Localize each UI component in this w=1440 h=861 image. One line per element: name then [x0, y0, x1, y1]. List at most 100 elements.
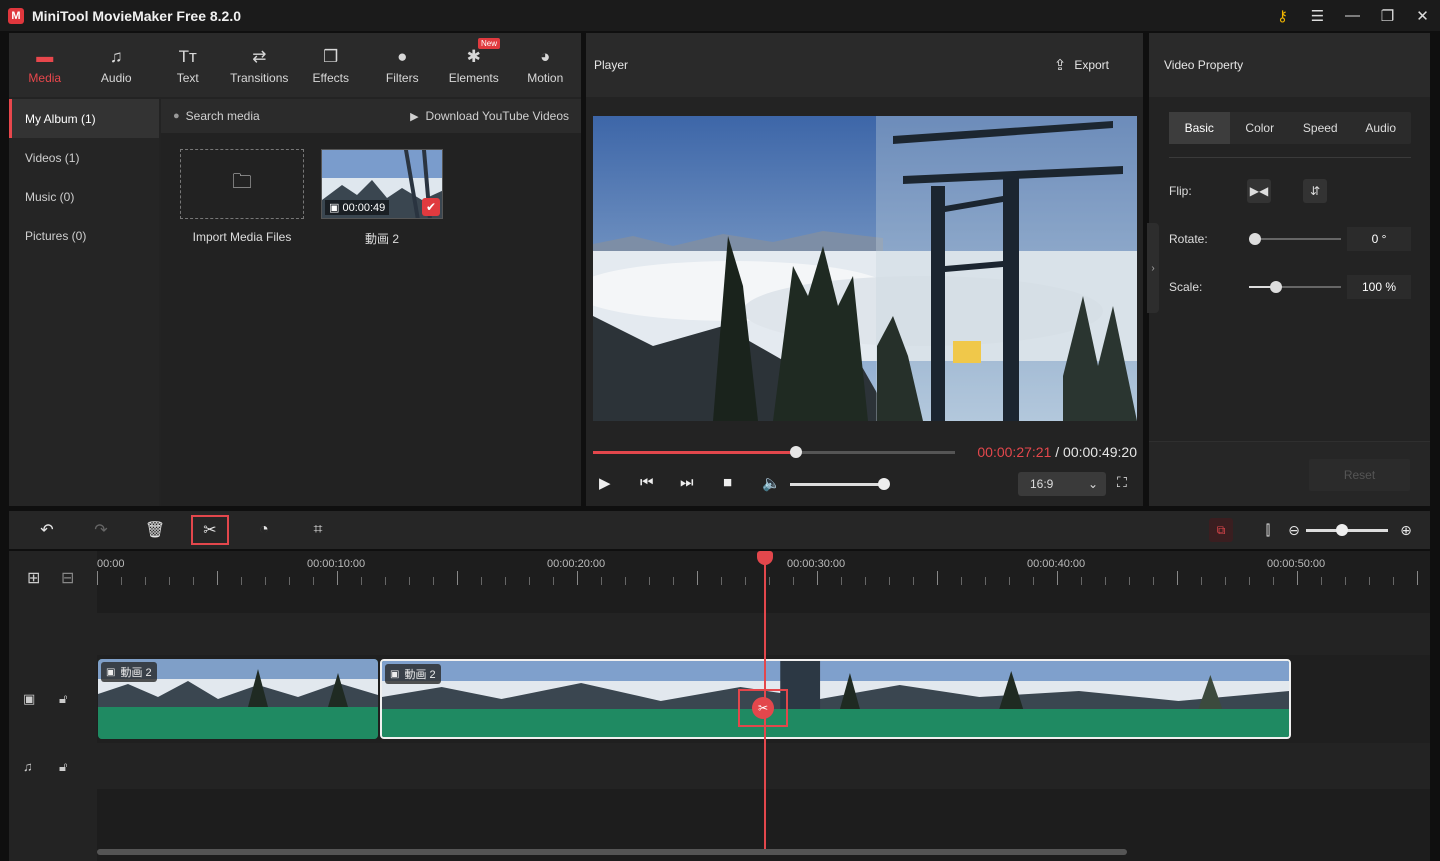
tab-speed[interactable]: Speed [1290, 112, 1351, 144]
progress-knob[interactable] [789, 446, 802, 458]
scale-knob[interactable] [1269, 281, 1282, 293]
stop-icon[interactable]: ■ [723, 474, 732, 491]
reset-button[interactable]: Reset [1309, 459, 1410, 491]
sidebar-item-videos[interactable]: Videos (1) [9, 138, 159, 177]
media-clip-name: 動画 2 [364, 232, 399, 246]
key-icon[interactable]: ⚷ [1265, 0, 1300, 31]
tab-audio[interactable]: ♫ Audio [81, 33, 153, 97]
tab-text[interactable]: Tт Text [152, 33, 224, 97]
volume-slider[interactable] [790, 478, 890, 490]
scale-slider[interactable] [1249, 281, 1341, 293]
video-frame [593, 116, 1137, 421]
sidebar-item-my-album[interactable]: My Album (1) [9, 99, 159, 138]
tab-transitions[interactable]: ⇄ Transitions [224, 33, 296, 97]
play-icon[interactable]: ▶ [599, 474, 611, 492]
next-frame-icon[interactable]: ⏭ [680, 474, 694, 491]
volume-icon[interactable]: 🔈 [762, 474, 781, 492]
crop-icon[interactable]: ⌗ [299, 515, 337, 545]
collapse-panel-icon[interactable]: › [1147, 223, 1159, 313]
split-at-playhead-button[interactable]: ✂ [738, 689, 788, 727]
flip-horizontal-icon[interactable]: ▶◀ [1247, 179, 1271, 203]
scale-value[interactable]: 100 % [1347, 275, 1411, 299]
ruler-tick [1201, 577, 1202, 585]
app-title: MiniTool MovieMaker Free 8.2.0 [32, 7, 242, 24]
ruler-tick [265, 577, 266, 585]
tab-motion[interactable]: ◕ Motion [510, 33, 582, 97]
video-preview[interactable] [593, 116, 1137, 421]
minimize-icon[interactable]: — [1335, 0, 1370, 31]
undo-icon[interactable]: ↶ [28, 515, 66, 545]
ruler-tick [1417, 571, 1418, 585]
ruler-tick [121, 577, 122, 585]
ruler-tick [505, 577, 506, 585]
add-track-icon[interactable]: ⊞ [27, 568, 40, 588]
ruler-tick [1297, 571, 1298, 585]
ruler-tick [553, 577, 554, 585]
speed-icon[interactable]: ◔ [245, 515, 283, 545]
flip-vertical-icon[interactable]: ⇵ [1303, 179, 1327, 203]
rotate-value[interactable]: 0 ° [1347, 227, 1411, 251]
playback-progress[interactable] [593, 446, 955, 458]
film-icon: ▣ [329, 202, 343, 214]
tab-effects[interactable]: ❒ Effects [295, 33, 367, 97]
player-header: Player ⇪ Export [586, 33, 1143, 97]
flip-row: Flip: ▶◀ ⇵ [1169, 179, 1411, 203]
fullscreen-icon[interactable]: ⛶ [1117, 474, 1127, 491]
media-panel: ▬ Media ♫ Audio Tт Text ⇄ Transitions ❒ … [9, 33, 581, 506]
maximize-icon[interactable]: ❐ [1370, 0, 1405, 31]
ruler-tick [577, 571, 578, 585]
menu-icon[interactable]: ☰ [1300, 0, 1335, 31]
tab-audio-property[interactable]: Audio [1351, 112, 1412, 144]
timeline-clip[interactable]: ▣ 動画 2 [98, 659, 378, 739]
import-media-button[interactable]: 🗀 [180, 149, 304, 219]
lock-music-track-icon[interactable]: 🔓︎ [59, 759, 67, 775]
rotate-slider[interactable] [1248, 233, 1341, 245]
progress-fill [593, 451, 796, 454]
tab-color[interactable]: Color [1230, 112, 1291, 144]
timeline-scrollbar[interactable] [97, 849, 1127, 855]
lock-video-track-icon[interactable]: 🔓︎ [59, 691, 67, 707]
zoom-in-icon[interactable]: ⊕ [1387, 515, 1425, 545]
remove-track-icon[interactable]: ⊟ [61, 568, 74, 588]
delete-icon[interactable]: 🗑 [136, 515, 174, 545]
clip-label: ▣ 動画 2 [385, 664, 441, 684]
tab-elements[interactable]: New ✱ Elements [438, 33, 510, 97]
transitions-icon: ⇄ [252, 46, 267, 66]
ruler-tick [1369, 577, 1370, 585]
timeline-clip-selected[interactable]: ▣ 動画 2 [380, 659, 1291, 739]
tab-basic[interactable]: Basic [1169, 112, 1230, 144]
tab-filters[interactable]: ● Filters [367, 33, 439, 97]
rotate-knob[interactable] [1248, 233, 1261, 245]
ruler-tick [1321, 577, 1322, 585]
media-thumbnail[interactable]: ▣ 00:00:49 ✔ [321, 149, 443, 219]
timeline-toolbar: ↶ ↷ 🗑 ✂ ◔ ⌗ ⧉ ⫿ ⊖ ⊕ [9, 511, 1430, 549]
ruler-tick [529, 577, 530, 585]
volume-knob[interactable] [878, 478, 890, 490]
zoom-slider[interactable] [1306, 524, 1388, 536]
property-tabs: Basic Color Speed Audio [1169, 112, 1411, 144]
ruler-tick [1345, 577, 1346, 585]
ruler-tick [289, 577, 290, 585]
ruler-tick [169, 577, 170, 585]
ruler-tick [433, 577, 434, 585]
sidebar-item-music[interactable]: Music (0) [9, 177, 159, 216]
ruler-tick [841, 577, 842, 585]
snap-icon[interactable]: ⧉ [1209, 518, 1233, 542]
ruler-tick [97, 571, 98, 585]
aspect-ratio-select[interactable]: 16:9 ⌄ [1018, 472, 1106, 496]
title-bar: M MiniTool MovieMaker Free 8.2.0 ⚷ ☰ — ❐… [0, 0, 1440, 31]
close-icon[interactable]: ✕ [1405, 0, 1440, 31]
previous-frame-icon[interactable]: ⏮ [640, 474, 654, 491]
search-media[interactable]: ● Search media [173, 109, 260, 123]
redo-icon[interactable]: ↷ [82, 515, 120, 545]
ruler-tick [673, 577, 674, 585]
tab-media[interactable]: ▬ Media [9, 33, 81, 97]
ruler-tick [1033, 577, 1034, 585]
export-button[interactable]: ⇪ Export [1054, 56, 1109, 74]
player-controls: ▶ ⏮ ⏭ ■ 🔈 16:9 ⌄ ⛶ [586, 470, 1143, 498]
zoom-knob[interactable] [1336, 524, 1349, 536]
download-youtube-button[interactable]: ▶ Download YouTube Videos [410, 109, 569, 123]
sidebar-item-pictures[interactable]: Pictures (0) [9, 216, 159, 255]
ruler-tick [721, 577, 722, 585]
split-icon[interactable]: ✂ [191, 515, 229, 545]
